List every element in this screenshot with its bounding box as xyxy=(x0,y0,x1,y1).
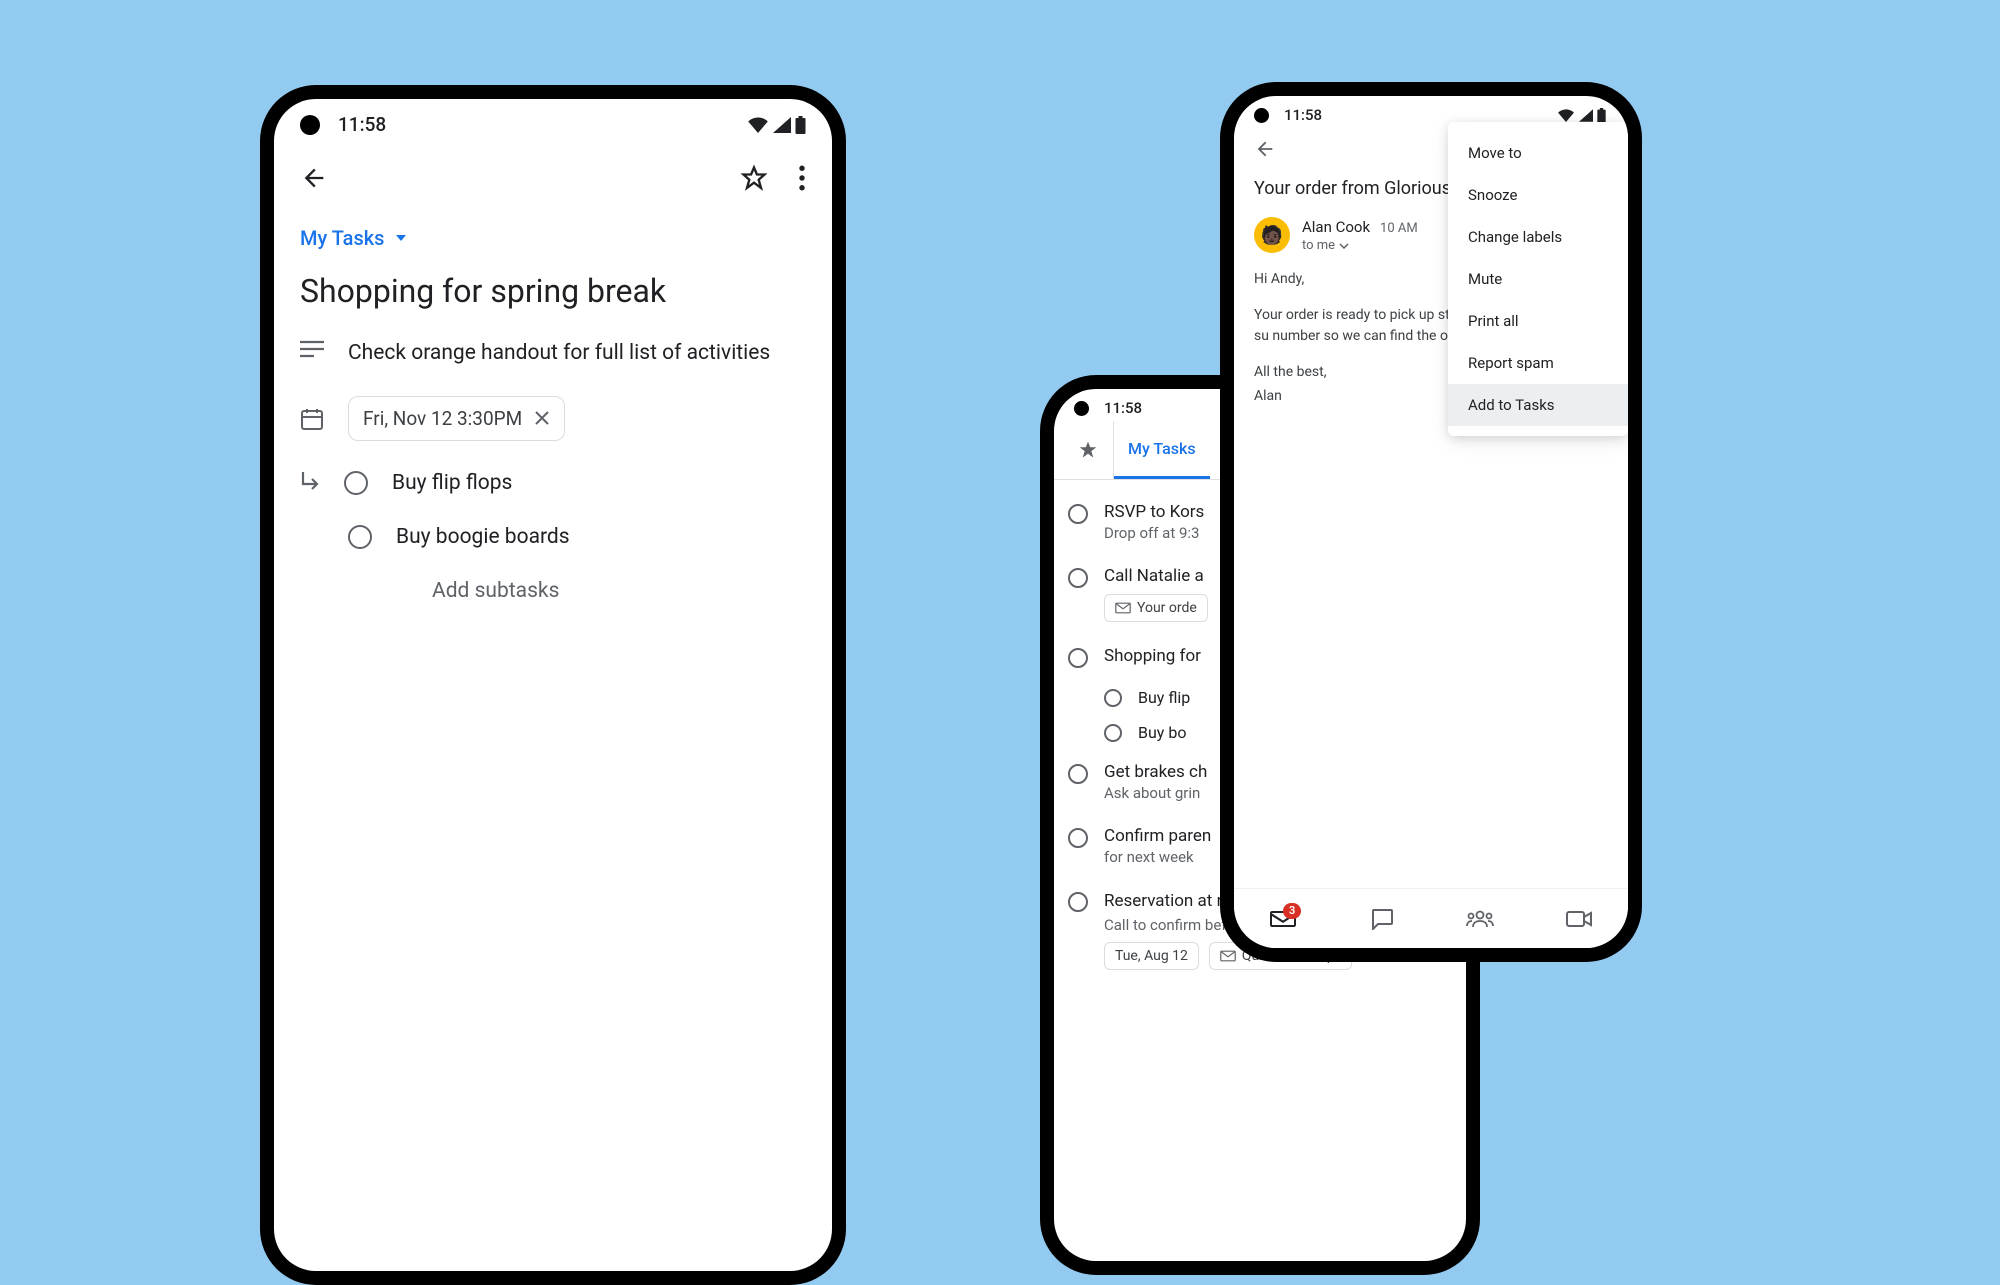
mail-icon xyxy=(1220,950,1236,962)
menu-report-spam[interactable]: Report spam xyxy=(1448,342,1628,384)
subtask-title: Buy flip xyxy=(1138,688,1190,707)
menu-mute[interactable]: Mute xyxy=(1448,258,1628,300)
status-time: 11:58 xyxy=(338,113,386,136)
task-checkbox[interactable] xyxy=(1068,568,1088,588)
phone-gmail: 11:58 Your order from Glorious F 🧑🏿 Alan… xyxy=(1220,82,1642,962)
video-icon xyxy=(1566,910,1592,928)
task-checkbox[interactable] xyxy=(1068,648,1088,668)
overflow-menu: Move to Snooze Change labels Mute Print … xyxy=(1448,122,1628,436)
calendar-icon xyxy=(300,407,324,431)
battery-icon xyxy=(1597,108,1606,123)
task-detail-content: My Tasks Shopping for spring break Check… xyxy=(274,142,832,625)
subtask-checkbox[interactable] xyxy=(344,471,368,495)
arrow-back-icon xyxy=(300,164,328,192)
date-chip[interactable]: Fri, Nov 12 3:30PM xyxy=(348,396,565,441)
menu-snooze[interactable]: Snooze xyxy=(1448,174,1628,216)
task-description: Check orange handout for full list of ac… xyxy=(348,338,770,370)
subdirectory-icon xyxy=(300,472,320,494)
avatar: 🧑🏿 xyxy=(1254,217,1290,253)
back-button[interactable] xyxy=(300,164,328,192)
camera-cutout xyxy=(1254,108,1269,123)
subtask-row-2: Buy boogie boards xyxy=(300,525,806,549)
task-checkbox[interactable] xyxy=(1068,764,1088,784)
chat-icon xyxy=(1370,908,1394,930)
chip-text: Your orde xyxy=(1137,600,1197,616)
bottom-nav: 3 xyxy=(1234,888,1628,948)
more-button[interactable] xyxy=(798,165,806,191)
list-label: My Tasks xyxy=(300,226,384,250)
date-chip-text: Fri, Nov 12 3:30PM xyxy=(363,407,522,430)
date-row: Fri, Nov 12 3:30PM xyxy=(300,396,806,441)
to-label: to me xyxy=(1302,238,1335,253)
dropdown-icon xyxy=(396,235,406,241)
date-chip[interactable]: Tue, Aug 12 xyxy=(1104,942,1199,970)
menu-print-all[interactable]: Print all xyxy=(1448,300,1628,342)
subtask-checkbox[interactable] xyxy=(1104,724,1122,742)
subtask-checkbox[interactable] xyxy=(348,525,372,549)
status-time: 11:58 xyxy=(1104,399,1142,417)
email-chip[interactable]: Your orde xyxy=(1104,594,1208,622)
subtask-checkbox[interactable] xyxy=(1104,689,1122,707)
add-subtasks-button[interactable]: Add subtasks xyxy=(300,579,806,603)
subtask-row-1: Buy flip flops xyxy=(300,471,806,495)
signal-icon xyxy=(773,117,791,133)
camera-cutout xyxy=(300,115,320,135)
nav-mail[interactable]: 3 xyxy=(1261,909,1305,929)
starred-tab[interactable] xyxy=(1062,421,1114,479)
arrow-back-icon xyxy=(1254,138,1276,160)
email-time: 10 AM xyxy=(1380,221,1418,236)
menu-move-to[interactable]: Move to xyxy=(1448,132,1628,174)
notes-icon xyxy=(300,340,324,358)
people-icon xyxy=(1466,910,1494,928)
chip-text: Tue, Aug 12 xyxy=(1115,948,1188,964)
menu-add-to-tasks[interactable]: Add to Tasks xyxy=(1448,384,1628,426)
signal-icon xyxy=(1579,109,1593,122)
phone-screen: 11:58 Your order from Glorious F 🧑🏿 Alan… xyxy=(1234,96,1628,948)
task-checkbox[interactable] xyxy=(1068,828,1088,848)
nav-spaces[interactable] xyxy=(1458,910,1502,928)
menu-change-labels[interactable]: Change labels xyxy=(1448,216,1628,258)
task-checkbox[interactable] xyxy=(1068,504,1088,524)
description-row[interactable]: Check orange handout for full list of ac… xyxy=(300,338,806,370)
status-icons xyxy=(1557,108,1606,123)
close-icon[interactable] xyxy=(534,410,550,426)
top-bar xyxy=(300,164,806,192)
star-icon xyxy=(1078,440,1098,460)
wifi-icon xyxy=(747,117,769,133)
status-icons xyxy=(747,116,806,134)
tab-my-tasks[interactable]: My Tasks xyxy=(1114,421,1210,479)
phone-screen: 11:58 xyxy=(274,99,832,1271)
camera-cutout xyxy=(1074,401,1089,416)
star-button[interactable] xyxy=(740,164,768,192)
mail-badge: 3 xyxy=(1283,903,1301,919)
status-bar: 11:58 xyxy=(274,99,832,142)
subtask-title[interactable]: Buy boogie boards xyxy=(396,525,570,549)
task-title[interactable]: Shopping for spring break xyxy=(300,272,806,310)
task-checkbox[interactable] xyxy=(1068,892,1088,912)
battery-icon xyxy=(795,116,806,134)
email-content: Your order from Glorious F 🧑🏿 Alan Cook … xyxy=(1234,128,1628,880)
wifi-icon xyxy=(1557,109,1575,122)
star-outline-icon xyxy=(740,164,768,192)
chevron-down-icon xyxy=(1339,243,1349,249)
more-vert-icon xyxy=(798,165,806,191)
phone-tasks-detail: 11:58 xyxy=(260,85,846,1285)
status-time: 11:58 xyxy=(1284,106,1322,124)
nav-chat[interactable] xyxy=(1360,908,1404,930)
list-selector[interactable]: My Tasks xyxy=(300,226,806,250)
sender-name: Alan Cook xyxy=(1302,218,1370,236)
nav-meet[interactable] xyxy=(1557,910,1601,928)
subtask-title: Buy bo xyxy=(1138,723,1186,742)
mail-icon xyxy=(1115,602,1131,614)
subtask-title[interactable]: Buy flip flops xyxy=(392,471,512,495)
